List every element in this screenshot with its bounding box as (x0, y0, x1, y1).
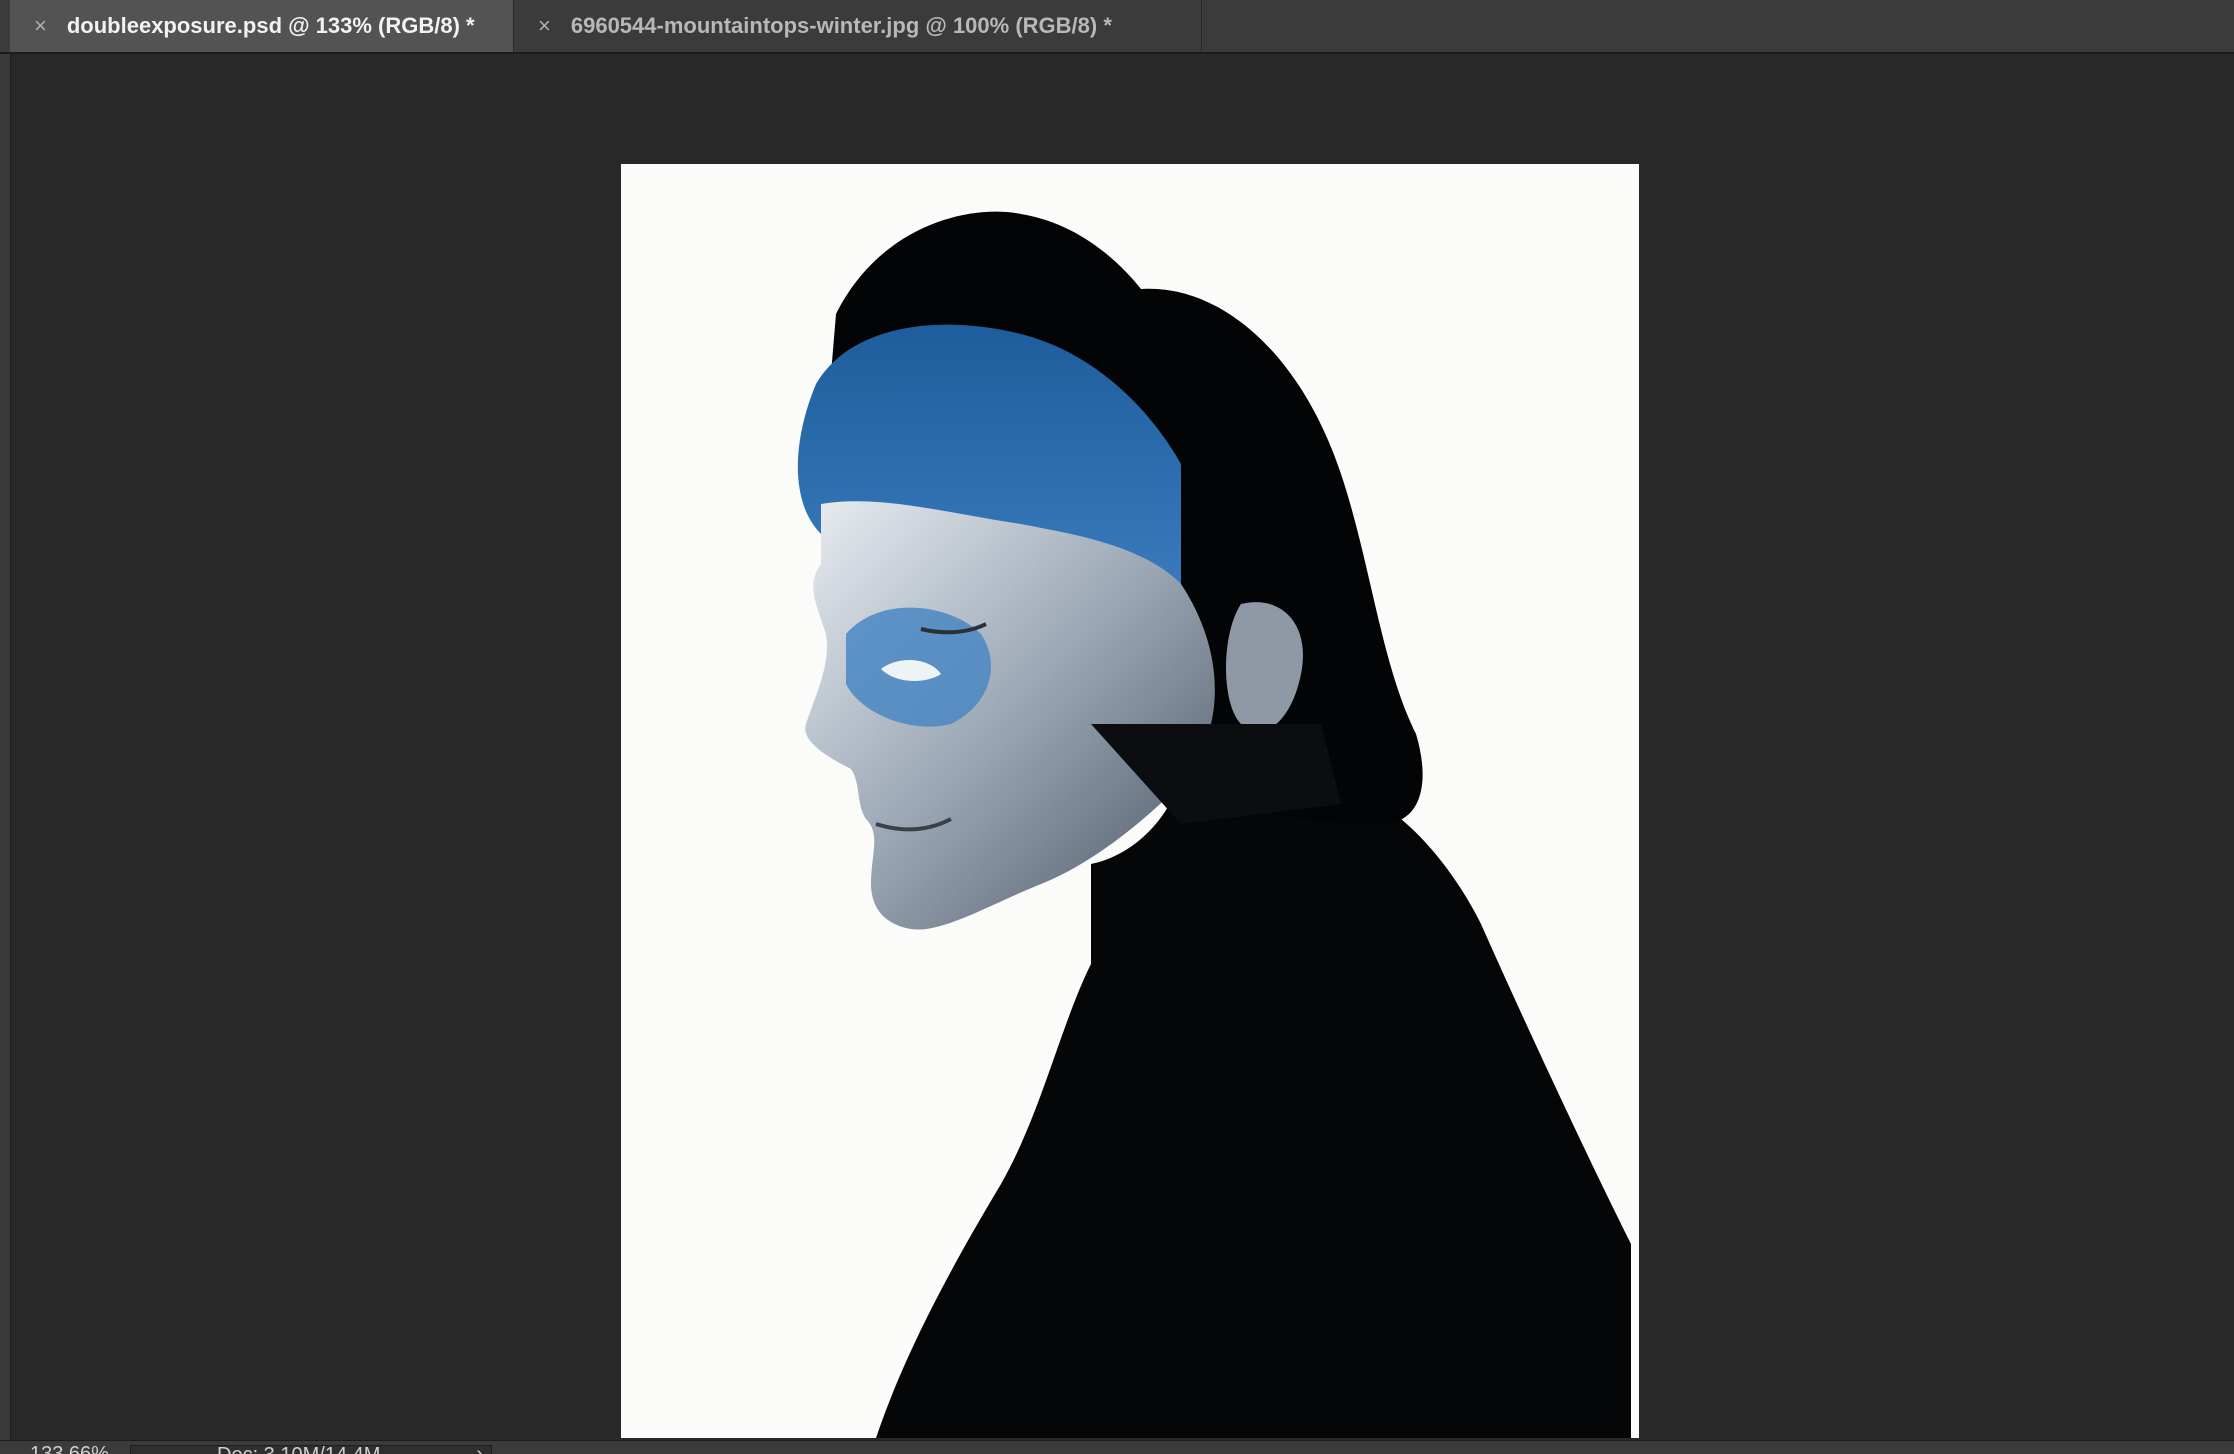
chevron-right-icon[interactable]: › (476, 1443, 483, 1454)
doc-info-box[interactable]: Doc: 3.10M/14.4M › (130, 1443, 492, 1454)
left-panel-edge (0, 0, 11, 1454)
document-canvas[interactable] (621, 164, 1639, 1438)
document-size: Doc: 3.10M/14.4M (217, 1444, 380, 1454)
close-icon[interactable]: × (34, 13, 47, 39)
status-bar: 133.66% Doc: 3.10M/14.4M › (0, 1440, 2234, 1454)
zoom-level[interactable]: 133.66% (30, 1443, 109, 1454)
photoshop-workspace: × doubleexposure.psd @ 133% (RGB/8) * × … (0, 0, 2234, 1454)
tab-label: 6960544-mountaintops-winter.jpg @ 100% (… (570, 13, 1112, 38)
document-tab-bar: × doubleexposure.psd @ 133% (RGB/8) * × … (0, 0, 2234, 54)
canvas-area[interactable] (11, 54, 2234, 1440)
tab-mountaintops-winter[interactable]: × 6960544-mountaintops-winter.jpg @ 100%… (514, 0, 1202, 52)
tab-doubleexposure[interactable]: × doubleexposure.psd @ 133% (RGB/8) * (10, 0, 514, 52)
double-exposure-artwork (797, 211, 1631, 1438)
tab-label: doubleexposure.psd @ 133% (RGB/8) * (66, 13, 475, 38)
close-icon[interactable]: × (538, 13, 551, 39)
